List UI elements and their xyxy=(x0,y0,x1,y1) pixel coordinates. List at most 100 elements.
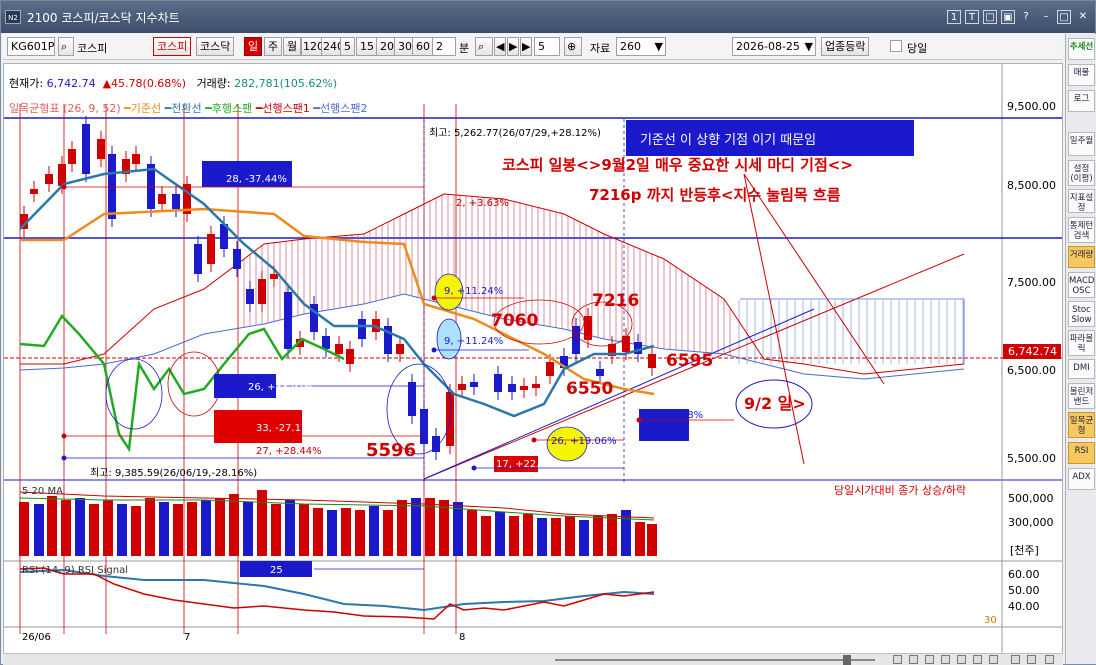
arrow-dot xyxy=(241,383,247,389)
zoom-slider-handle[interactable] xyxy=(843,655,851,665)
sidebar-item-ma-settings[interactable]: 설정(이평) xyxy=(1068,160,1095,186)
arrow-dot xyxy=(471,465,477,471)
info-icon[interactable]: T xyxy=(965,10,979,24)
period-60-button[interactable]: 60 xyxy=(412,37,434,56)
period-15-button[interactable]: 15 xyxy=(356,37,378,56)
sidebar-item-volume[interactable]: 거래량 xyxy=(1068,246,1095,268)
count-input[interactable]: 5 xyxy=(534,37,560,56)
save-icon[interactable] xyxy=(957,655,966,664)
measure-9a-text: 9, +11.24% xyxy=(444,286,503,297)
sidebar-item-dmi[interactable]: DMI xyxy=(1068,359,1095,379)
current-price-label: 현재가: xyxy=(9,77,44,90)
minimize-icon[interactable]: – xyxy=(1039,10,1053,24)
sidebar-item-stochastic[interactable]: Stoc Slow xyxy=(1068,301,1095,327)
legend-span2[interactable]: 선행스팬2 xyxy=(320,102,367,115)
sidebar-item-indicator-settings[interactable]: 지표설정 xyxy=(1068,189,1095,213)
export-icon[interactable] xyxy=(1045,655,1054,664)
kospi-button[interactable]: 코스피 xyxy=(153,37,192,56)
legend-tenkan[interactable]: 전환선 xyxy=(171,102,201,115)
sidebar-item-parabolic[interactable]: 파라볼릭 xyxy=(1068,330,1095,356)
arrow-dot xyxy=(61,433,67,439)
date-label-1: 7 xyxy=(184,632,190,643)
code-input[interactable]: KG601P xyxy=(7,37,55,56)
rsi-box-text: 25 xyxy=(270,565,283,576)
help-icon[interactable]: ? xyxy=(1019,10,1033,24)
period-week-button[interactable]: 주 xyxy=(264,37,283,56)
period-5-button[interactable]: 5 xyxy=(340,37,355,56)
candle-body xyxy=(596,369,604,376)
settings-icon[interactable]: ⊕ xyxy=(564,37,582,56)
scroll-end-icon[interactable]: ▶ xyxy=(520,37,532,56)
future-cloud-edge xyxy=(740,298,965,364)
tick-unit-label: 분 xyxy=(459,42,470,55)
legend-kijun[interactable]: 기준선 xyxy=(131,102,161,115)
volume-bar xyxy=(243,502,253,556)
sidebar-item-adx[interactable]: ADX xyxy=(1068,468,1095,490)
scroll-left-icon[interactable]: ◀ xyxy=(494,37,506,56)
config-icon[interactable] xyxy=(1027,655,1036,664)
sidebar-item-period[interactable]: 일주월 xyxy=(1068,132,1095,156)
ellipse-low-b xyxy=(167,351,221,417)
volume-title: 당일시가대비 종가 상승/하락 xyxy=(834,483,966,497)
rsi-tick-1: 50.00 xyxy=(1008,584,1040,597)
tick-input[interactable]: 2 xyxy=(432,37,456,56)
sidebar-item-bollinger[interactable]: 볼린저밴드 xyxy=(1068,383,1095,409)
sidebar-item-supply[interactable]: 매물 xyxy=(1068,64,1095,86)
zoom-slider-track[interactable] xyxy=(555,659,875,661)
volume-bar xyxy=(579,520,589,556)
legend-chikou-mark: ━ xyxy=(205,102,212,115)
level-6595: 6595 xyxy=(666,351,713,371)
legend-ichimoku[interactable]: 일목균형표 (26, 9, 52) xyxy=(9,102,121,115)
candle-body xyxy=(396,344,404,354)
chart-canvas[interactable]: 최고: 5,262.77(26/07/29,+28.12%) 최고: 9,385.… xyxy=(4,64,1062,654)
scroll-right-icon[interactable]: ▶ xyxy=(507,37,519,56)
dock-icon[interactable]: ▣ xyxy=(1001,10,1015,24)
zoom-icon[interactable]: ⌕ xyxy=(475,37,493,56)
period-month-button[interactable]: 월 xyxy=(283,37,302,56)
legend-chikou[interactable]: 후행스팬 xyxy=(212,102,252,115)
volume-bar xyxy=(537,518,547,556)
search-icon[interactable]: ⌕ xyxy=(58,37,74,56)
candle-body xyxy=(322,336,330,349)
sidebar-item-pattern-search[interactable]: 통제턴검색 xyxy=(1068,217,1095,243)
candle-body xyxy=(258,279,266,304)
period-day-button[interactable]: 일 xyxy=(244,37,263,56)
zoom-out-icon[interactable] xyxy=(909,655,918,664)
sameday-checkbox[interactable] xyxy=(890,40,902,52)
sidebar-item-trendline[interactable]: 추세선 xyxy=(1068,38,1095,60)
zoom-in-icon[interactable] xyxy=(893,655,902,664)
volume-bar xyxy=(89,504,99,556)
fit-icon[interactable] xyxy=(925,655,934,664)
reset-icon[interactable] xyxy=(1011,655,1020,664)
grid-icon[interactable] xyxy=(989,655,998,664)
volume-bar xyxy=(397,500,407,556)
data-label: 자료 xyxy=(590,42,611,55)
chart-area[interactable]: 최고: 5,262.77(26/07/29,+28.12%) 최고: 9,385.… xyxy=(3,63,1063,655)
copy-icon[interactable] xyxy=(973,655,982,664)
date-select[interactable]: 2026-08-25 ▼ xyxy=(732,37,816,56)
volume-bar xyxy=(327,510,337,556)
kosdaq-button[interactable]: 코스닥 xyxy=(196,37,235,56)
volume-unit: [천주] xyxy=(1010,543,1039,557)
sidebar-item-log[interactable]: 로그 xyxy=(1068,90,1095,112)
volume-bar xyxy=(565,516,575,556)
candle-body xyxy=(358,319,366,339)
headline-line2: 7216p 까지 반등후<지수 눌림목 흐름 xyxy=(589,186,841,204)
link-icon[interactable]: 1 xyxy=(947,10,961,24)
screen-icon[interactable]: □ xyxy=(983,10,997,24)
sector-button[interactable]: 업종등락 xyxy=(821,37,870,56)
window-title: 2100 코스피/코스닥 지수차트 xyxy=(27,11,180,25)
sidebar-item-rsi[interactable]: RSI xyxy=(1068,442,1095,464)
volume-bar xyxy=(341,508,351,556)
date-label-0: 26/06 xyxy=(22,632,51,643)
volume-bar xyxy=(173,504,183,556)
sidebar-item-macd[interactable]: MACD OSC xyxy=(1068,272,1095,298)
legend-span1[interactable]: 선행스팬1 xyxy=(262,102,309,115)
print-icon[interactable] xyxy=(941,655,950,664)
volume-bar xyxy=(495,512,505,556)
data-count-select[interactable]: 260 ▼ xyxy=(616,37,666,56)
maximize-icon[interactable]: □ xyxy=(1057,10,1071,24)
candle-body xyxy=(270,274,278,279)
close-icon[interactable]: ✕ xyxy=(1076,10,1090,24)
sidebar-item-ichimoku[interactable]: 일목균형 xyxy=(1068,412,1095,438)
